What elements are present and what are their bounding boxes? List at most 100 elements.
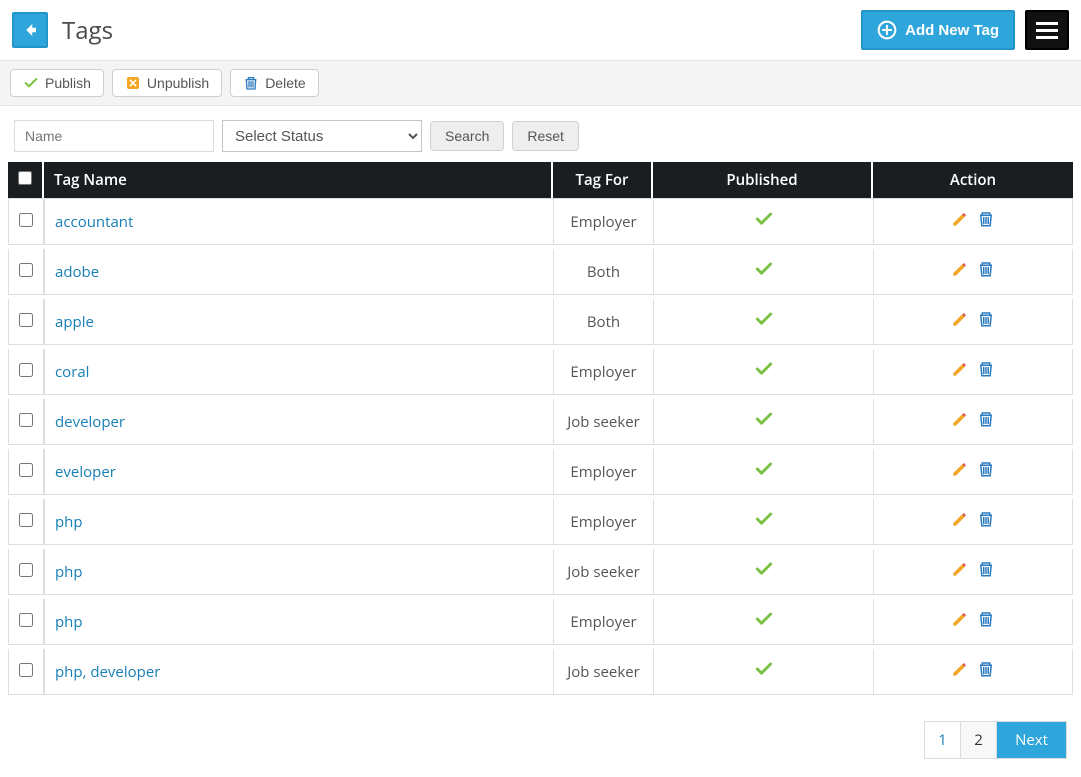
delete-row-icon[interactable]	[977, 360, 995, 383]
tag-for-cell: Employer	[553, 599, 653, 645]
tag-for-cell: Employer	[553, 198, 653, 245]
tag-name-link[interactable]: eveloper	[55, 462, 116, 482]
tag-for-cell: Employer	[553, 499, 653, 545]
delete-row-icon[interactable]	[977, 460, 995, 483]
check-icon	[23, 75, 39, 91]
published-icon[interactable]	[754, 564, 774, 584]
tag-name-link[interactable]: php	[55, 612, 83, 632]
row-checkbox[interactable]	[19, 413, 33, 427]
published-icon[interactable]	[754, 664, 774, 684]
edit-icon[interactable]	[951, 410, 969, 433]
back-button[interactable]	[12, 12, 48, 48]
table-row: php, developer Job seeker	[8, 649, 1073, 695]
page-title: Tags	[62, 14, 113, 47]
table-row: adobe Both	[8, 249, 1073, 295]
row-checkbox[interactable]	[19, 663, 33, 677]
tag-for-cell: Job seeker	[553, 399, 653, 445]
row-checkbox[interactable]	[19, 263, 33, 277]
delete-row-icon[interactable]	[977, 610, 995, 633]
published-icon[interactable]	[754, 364, 774, 384]
tag-for-cell: Both	[553, 249, 653, 295]
tag-name-link[interactable]: php	[55, 512, 83, 532]
published-icon[interactable]	[754, 464, 774, 484]
row-checkbox[interactable]	[19, 463, 33, 477]
row-checkbox[interactable]	[19, 563, 33, 577]
menu-button[interactable]	[1025, 10, 1069, 50]
add-new-tag-label: Add New Tag	[905, 22, 999, 39]
edit-icon[interactable]	[951, 360, 969, 383]
table-row: php Employer	[8, 599, 1073, 645]
tag-for-cell: Job seeker	[553, 549, 653, 595]
row-checkbox[interactable]	[19, 363, 33, 377]
publish-label: Publish	[45, 75, 91, 91]
edit-icon[interactable]	[951, 560, 969, 583]
tag-name-link[interactable]: developer	[55, 412, 125, 432]
page-1[interactable]: 1	[925, 722, 961, 758]
tag-for-cell: Job seeker	[553, 649, 653, 695]
tag-for-cell: Both	[553, 299, 653, 345]
bulk-action-toolbar: Publish Unpublish Delete	[0, 61, 1081, 106]
delete-row-icon[interactable]	[977, 210, 995, 233]
edit-icon[interactable]	[951, 460, 969, 483]
edit-icon[interactable]	[951, 260, 969, 283]
tag-for-header[interactable]: Tag For	[553, 162, 653, 198]
next-page-button[interactable]: Next	[997, 722, 1066, 758]
pagination: 12Next	[0, 711, 1081, 777]
table-row: php Job seeker	[8, 549, 1073, 595]
table-row: apple Both	[8, 299, 1073, 345]
published-icon[interactable]	[754, 414, 774, 434]
filter-bar: Select Status Search Reset	[0, 106, 1081, 162]
hamburger-icon	[1036, 22, 1058, 25]
tag-name-link[interactable]: apple	[55, 312, 94, 332]
tag-name-link[interactable]: php	[55, 562, 83, 582]
table-row: coral Employer	[8, 349, 1073, 395]
tag-for-cell: Employer	[553, 449, 653, 495]
delete-row-icon[interactable]	[977, 660, 995, 683]
search-button[interactable]: Search	[430, 121, 504, 151]
row-checkbox[interactable]	[19, 313, 33, 327]
tag-name-link[interactable]: php, developer	[55, 662, 160, 682]
edit-icon[interactable]	[951, 310, 969, 333]
delete-row-icon[interactable]	[977, 560, 995, 583]
tag-name-header[interactable]: Tag Name	[44, 162, 553, 198]
published-header[interactable]: Published	[653, 162, 873, 198]
name-filter-input[interactable]	[14, 120, 214, 152]
x-square-icon	[125, 75, 141, 91]
trash-icon	[243, 75, 259, 91]
status-filter-select[interactable]: Select Status	[222, 120, 422, 152]
table-row: accountant Employer	[8, 198, 1073, 245]
reset-button[interactable]: Reset	[512, 121, 579, 151]
add-new-tag-button[interactable]: Add New Tag	[861, 10, 1015, 50]
table-row: eveloper Employer	[8, 449, 1073, 495]
delete-row-icon[interactable]	[977, 260, 995, 283]
tag-name-link[interactable]: adobe	[55, 262, 99, 282]
published-icon[interactable]	[754, 264, 774, 284]
published-icon[interactable]	[754, 214, 774, 234]
delete-button[interactable]: Delete	[230, 69, 318, 97]
delete-row-icon[interactable]	[977, 510, 995, 533]
unpublish-button[interactable]: Unpublish	[112, 69, 222, 97]
edit-icon[interactable]	[951, 660, 969, 683]
delete-row-icon[interactable]	[977, 310, 995, 333]
row-checkbox[interactable]	[19, 513, 33, 527]
page-header: Tags Add New Tag	[0, 0, 1081, 61]
page-2[interactable]: 2	[961, 722, 997, 758]
tag-for-cell: Employer	[553, 349, 653, 395]
delete-row-icon[interactable]	[977, 410, 995, 433]
select-all-header	[8, 162, 44, 198]
edit-icon[interactable]	[951, 610, 969, 633]
delete-label: Delete	[265, 75, 305, 91]
select-all-checkbox[interactable]	[18, 171, 32, 185]
row-checkbox[interactable]	[19, 213, 33, 227]
published-icon[interactable]	[754, 514, 774, 534]
table-row: developer Job seeker	[8, 399, 1073, 445]
publish-button[interactable]: Publish	[10, 69, 104, 97]
edit-icon[interactable]	[951, 510, 969, 533]
tag-name-link[interactable]: coral	[55, 362, 89, 382]
tag-name-link[interactable]: accountant	[55, 212, 133, 232]
published-icon[interactable]	[754, 314, 774, 334]
published-icon[interactable]	[754, 614, 774, 634]
row-checkbox[interactable]	[19, 613, 33, 627]
back-arrow-icon	[21, 21, 39, 39]
edit-icon[interactable]	[951, 210, 969, 233]
